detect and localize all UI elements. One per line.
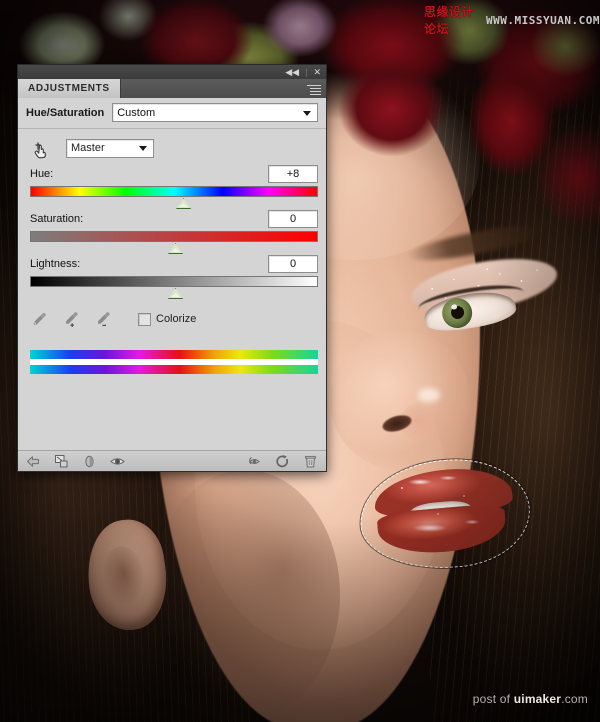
adjustment-type-label: Hue/Saturation xyxy=(26,107,104,119)
slider-hue: Hue: +8 xyxy=(18,163,326,208)
slider-saturation-label: Saturation: xyxy=(30,213,83,225)
slider-lightness-value-input[interactable]: 0 xyxy=(268,255,318,273)
watermark-bottom-prefix: post of xyxy=(473,692,514,706)
slider-hue-track-wrap[interactable] xyxy=(30,186,318,208)
panel-menu-icon[interactable] xyxy=(307,83,321,94)
tab-adjustments-label: ADJUSTMENTS xyxy=(28,83,110,94)
on-image-adjust-icon[interactable] xyxy=(30,137,52,159)
slider-hue-value: +8 xyxy=(287,168,300,180)
panel-titlebar: ◀◀ | ✕ xyxy=(17,64,327,79)
slider-saturation: Saturation: 0 xyxy=(18,208,326,253)
delete-adjustment-layer-icon[interactable] xyxy=(303,454,318,469)
preset-dropdown[interactable]: Custom xyxy=(112,103,318,122)
collapse-icon[interactable]: ◀◀ xyxy=(285,68,299,77)
eyedropper-icon[interactable] xyxy=(30,310,48,328)
slider-lightness-thumb[interactable] xyxy=(168,288,183,299)
tab-adjustments[interactable]: ADJUSTMENTS xyxy=(18,79,121,98)
slider-lightness-label: Lightness: xyxy=(30,258,80,270)
slider-hue-label: Hue: xyxy=(30,168,53,180)
preset-row: Hue/Saturation Custom xyxy=(18,98,326,129)
panel-tab-bar: ADJUSTMENTS xyxy=(17,79,327,98)
slider-saturation-head: Saturation: 0 xyxy=(30,210,318,228)
slider-hue-value-input[interactable]: +8 xyxy=(268,165,318,183)
slider-lightness-track[interactable] xyxy=(30,276,318,287)
watermark-chinese-text: 思缘设计论坛 xyxy=(424,3,480,37)
return-to-adjustment-list-icon[interactable] xyxy=(26,454,41,469)
hue-bar-source xyxy=(30,350,318,359)
slider-saturation-value: 0 xyxy=(290,213,296,225)
slider-lightness-track-wrap[interactable] xyxy=(30,276,318,298)
slider-hue-head: Hue: +8 xyxy=(30,165,318,183)
panel-footer-toolbar xyxy=(18,450,326,471)
clip-to-layer-icon[interactable] xyxy=(54,454,69,469)
slider-saturation-track-wrap[interactable] xyxy=(30,231,318,253)
chevron-down-icon xyxy=(139,146,147,151)
colorize-checkbox-row[interactable]: Colorize xyxy=(138,313,196,326)
chevron-down-icon xyxy=(303,111,311,116)
channel-dropdown-value: Master xyxy=(71,142,105,154)
slider-saturation-track[interactable] xyxy=(30,231,318,242)
footer-left-group xyxy=(26,454,125,469)
slider-lightness-value: 0 xyxy=(290,258,296,270)
toggle-mask-icon[interactable] xyxy=(82,454,97,469)
watermark-url: WWW.MISSYUAN.COM xyxy=(486,14,600,27)
channel-dropdown[interactable]: Master xyxy=(66,139,154,158)
titlebar-separator: | xyxy=(305,67,307,77)
footer-right-group xyxy=(247,454,318,469)
eyedropper-row: Colorize xyxy=(18,298,326,328)
watermark-top: 思缘设计论坛 WWW.MISSYUAN.COM xyxy=(424,3,600,37)
slider-lightness-head: Lightness: 0 xyxy=(30,255,318,273)
slider-hue-thumb[interactable] xyxy=(176,198,191,209)
toggle-layer-visibility-icon[interactable] xyxy=(110,454,125,469)
watermark-bottom: post of uimaker.com xyxy=(473,692,588,706)
colorize-label: Colorize xyxy=(156,313,196,325)
channel-row: Master xyxy=(18,129,326,163)
slider-saturation-thumb[interactable] xyxy=(168,243,183,254)
slider-lightness: Lightness: 0 xyxy=(18,253,326,298)
preset-dropdown-value: Custom xyxy=(117,107,155,119)
hue-bar-result[interactable] xyxy=(30,365,318,374)
slider-hue-track[interactable] xyxy=(30,186,318,197)
close-icon[interactable]: ✕ xyxy=(313,68,321,77)
slider-saturation-value-input[interactable]: 0 xyxy=(268,210,318,228)
eyedropper-subtract-icon[interactable] xyxy=(94,310,112,328)
eyedropper-add-icon[interactable] xyxy=(62,310,80,328)
reset-adjustment-icon[interactable] xyxy=(275,454,290,469)
watermark-bottom-brand: uimaker xyxy=(514,692,561,706)
watermark-bottom-suffix: .com xyxy=(561,692,588,706)
adjustments-panel: ◀◀ | ✕ ADJUSTMENTS Hue/Saturation Custom xyxy=(17,64,327,472)
panel-empty-space xyxy=(18,374,326,450)
colorize-checkbox[interactable] xyxy=(138,313,151,326)
hue-range-bars xyxy=(18,328,326,374)
screenshot-root: 思缘设计论坛 WWW.MISSYUAN.COM ◀◀ | ✕ ADJUSTMEN… xyxy=(0,0,600,722)
preview-previous-state-icon[interactable] xyxy=(247,454,262,469)
panel-body: Hue/Saturation Custom Master xyxy=(17,98,327,472)
tab-bar-filler xyxy=(121,79,326,98)
